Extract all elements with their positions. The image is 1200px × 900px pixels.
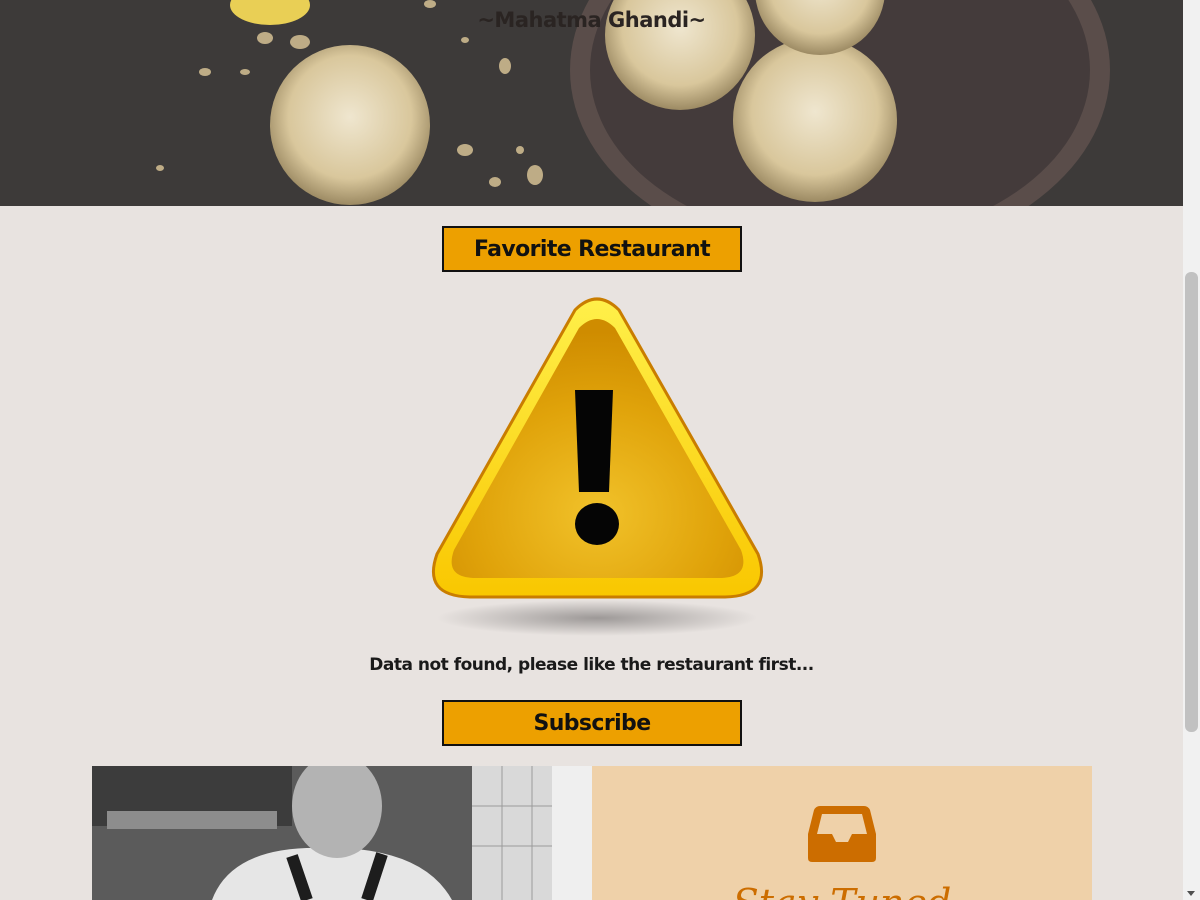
subscribe-button[interactable]: Subscribe [442, 700, 742, 746]
empty-state-message: Data not found, please like the restaura… [369, 655, 814, 675]
inbox-icon [808, 806, 876, 862]
stay-tuned-title: Stay Tuned [592, 881, 1092, 900]
page: ~Mahatma Ghandi~ Favorite Restaurant Dat… [0, 0, 1183, 900]
scrollbar-thumb[interactable] [1185, 272, 1198, 732]
scroll-down-arrow-icon[interactable] [1187, 891, 1195, 896]
page-scrollbar[interactable] [1183, 0, 1200, 900]
favorite-restaurant-button[interactable]: Favorite Restaurant [442, 226, 742, 272]
stay-tuned-panel: Stay Tuned [592, 766, 1092, 900]
quote-attribution: ~Mahatma Ghandi~ [477, 8, 706, 32]
warning-icon [431, 297, 764, 636]
hero-banner: ~Mahatma Ghandi~ [0, 0, 1183, 206]
chef-image [92, 766, 592, 900]
